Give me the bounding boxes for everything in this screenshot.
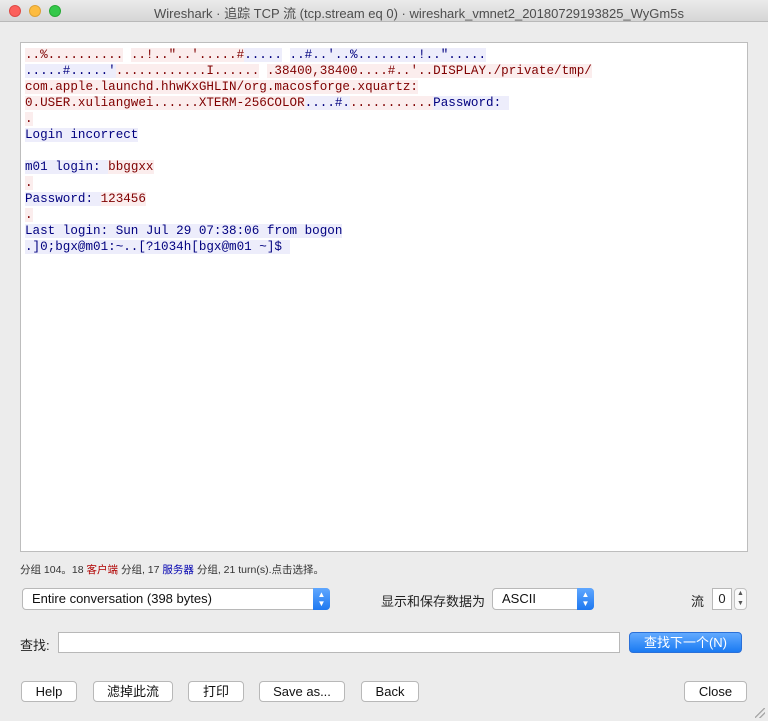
stream-line: m01 login: bbggxx [25, 159, 743, 175]
client-data-segment: ..!.."..'.....# [130, 48, 245, 62]
save-as-button[interactable]: Save as... [259, 681, 345, 702]
resize-grip-icon[interactable] [755, 708, 765, 718]
server-data-segment: .....#.....' [25, 64, 116, 78]
client-data-segment: . [25, 208, 33, 222]
info-prefix: 分组 104。18 [20, 564, 87, 576]
server-data-segment: Last login: Sun Jul 29 07:38:06 from bog… [25, 224, 343, 238]
stream-line: com.apple.launchd.hhwKxGHLIN/org.macosfo… [25, 79, 743, 95]
stream-line: .]0;bgx@m01:~..[?1034h[bgx@m01 ~]$ [25, 239, 743, 255]
server-data-segment: m01 login: [25, 160, 109, 174]
stream-number-field[interactable]: 0 [712, 588, 732, 610]
stream-content-area[interactable]: ..%.......... ..!.."..'.....#..... ..#..… [20, 42, 748, 552]
client-data-segment: . [25, 112, 33, 126]
info-client-label: 客户端 [86, 564, 119, 576]
client-data-segment: ........... [350, 96, 434, 110]
title-bar[interactable]: Wireshark · 追踪 TCP 流 (tcp.stream eq 0) ·… [0, 0, 768, 22]
stream-line: . [25, 111, 743, 127]
client-data-segment: .38400,38400....#..'..DISPLAY./private/t… [266, 64, 592, 78]
display-format-label: 显示和保存数据为 [381, 594, 486, 609]
stream-line: .....#.....'............I...... .38400,3… [25, 63, 743, 79]
stream-line: Last login: Sun Jul 29 07:38:06 from bog… [25, 223, 743, 239]
client-data-segment: 123456 [100, 192, 146, 206]
stream-line: ..%.......... ..!.."..'.....#..... ..#..… [25, 47, 743, 63]
filter-out-stream-button[interactable]: 滤掉此流 [93, 681, 173, 702]
client-data-segment: 0.USER.xuliangwei......XTERM-256COLOR [25, 96, 305, 110]
find-input[interactable] [58, 632, 620, 653]
window-title: Wireshark · 追踪 TCP 流 (tcp.stream eq 0) ·… [154, 6, 684, 21]
find-label: 查找: [20, 638, 50, 653]
format-select[interactable]: ASCII ▲ ▼ [492, 588, 594, 610]
server-data-segment: .]0;bgx@m01:~..[?1034h[bgx@m01 ~]$ [25, 240, 290, 254]
stream-line: Login incorrect [25, 127, 743, 143]
stream-text-segment [123, 48, 131, 62]
client-data-segment: bbggxx [108, 160, 154, 174]
format-select-value: ASCII [502, 591, 536, 606]
find-next-button[interactable]: 查找下一个(N) [629, 632, 742, 653]
close-button[interactable]: Close [684, 681, 747, 702]
server-data-segment: Password: [433, 96, 509, 110]
server-data-segment: ....#. [304, 96, 350, 110]
stream-line: 0.USER.xuliangwei......XTERM-256COLOR...… [25, 95, 743, 111]
zoom-window-icon[interactable] [49, 5, 61, 17]
client-data-segment: ..%.......... [25, 48, 124, 62]
conversation-select[interactable]: Entire conversation (398 bytes) ▲ ▼ [22, 588, 330, 610]
info-server-label: 服务器 [162, 564, 194, 576]
conversation-select-value: Entire conversation (398 bytes) [32, 591, 212, 606]
help-button[interactable]: Help [21, 681, 77, 702]
client-data-segment: ............I...... [115, 64, 260, 78]
stream-line: . [25, 207, 743, 223]
stream-text-segment [259, 64, 267, 78]
server-data-segment: ..#..'..%........!.."..... [289, 48, 487, 62]
info-mid: 分组, 17 [118, 564, 163, 576]
stream-text-segment [282, 48, 290, 62]
print-button[interactable]: 打印 [188, 681, 244, 702]
close-window-icon[interactable] [9, 5, 21, 17]
select-chevron-icon: ▲ ▼ [313, 588, 330, 610]
select-chevron-icon: ▲ ▼ [577, 588, 594, 610]
info-suffix: 分组, 21 turn(s).点击选择。 [193, 564, 325, 576]
server-data-segment: ..... [244, 48, 282, 62]
minimize-window-icon[interactable] [29, 5, 41, 17]
stream-line: Password: 123456 [25, 191, 743, 207]
server-data-segment: Password: [25, 192, 101, 206]
client-data-segment: com.apple.launchd.hhwKxGHLIN/org.macosfo… [25, 80, 418, 94]
stream-number-label: 流 [691, 594, 705, 609]
stream-line: . [25, 175, 743, 191]
client-data-segment: . [25, 176, 33, 190]
stream-line [25, 143, 743, 159]
back-button[interactable]: Back [361, 681, 419, 702]
stream-info-text: 分组 104。18 客户端 分组, 17 服务器 分组, 21 turn(s).… [20, 562, 324, 577]
stream-stepper-icon[interactable]: ▲ ▼ [734, 588, 747, 610]
server-data-segment: Login incorrect [25, 128, 139, 142]
